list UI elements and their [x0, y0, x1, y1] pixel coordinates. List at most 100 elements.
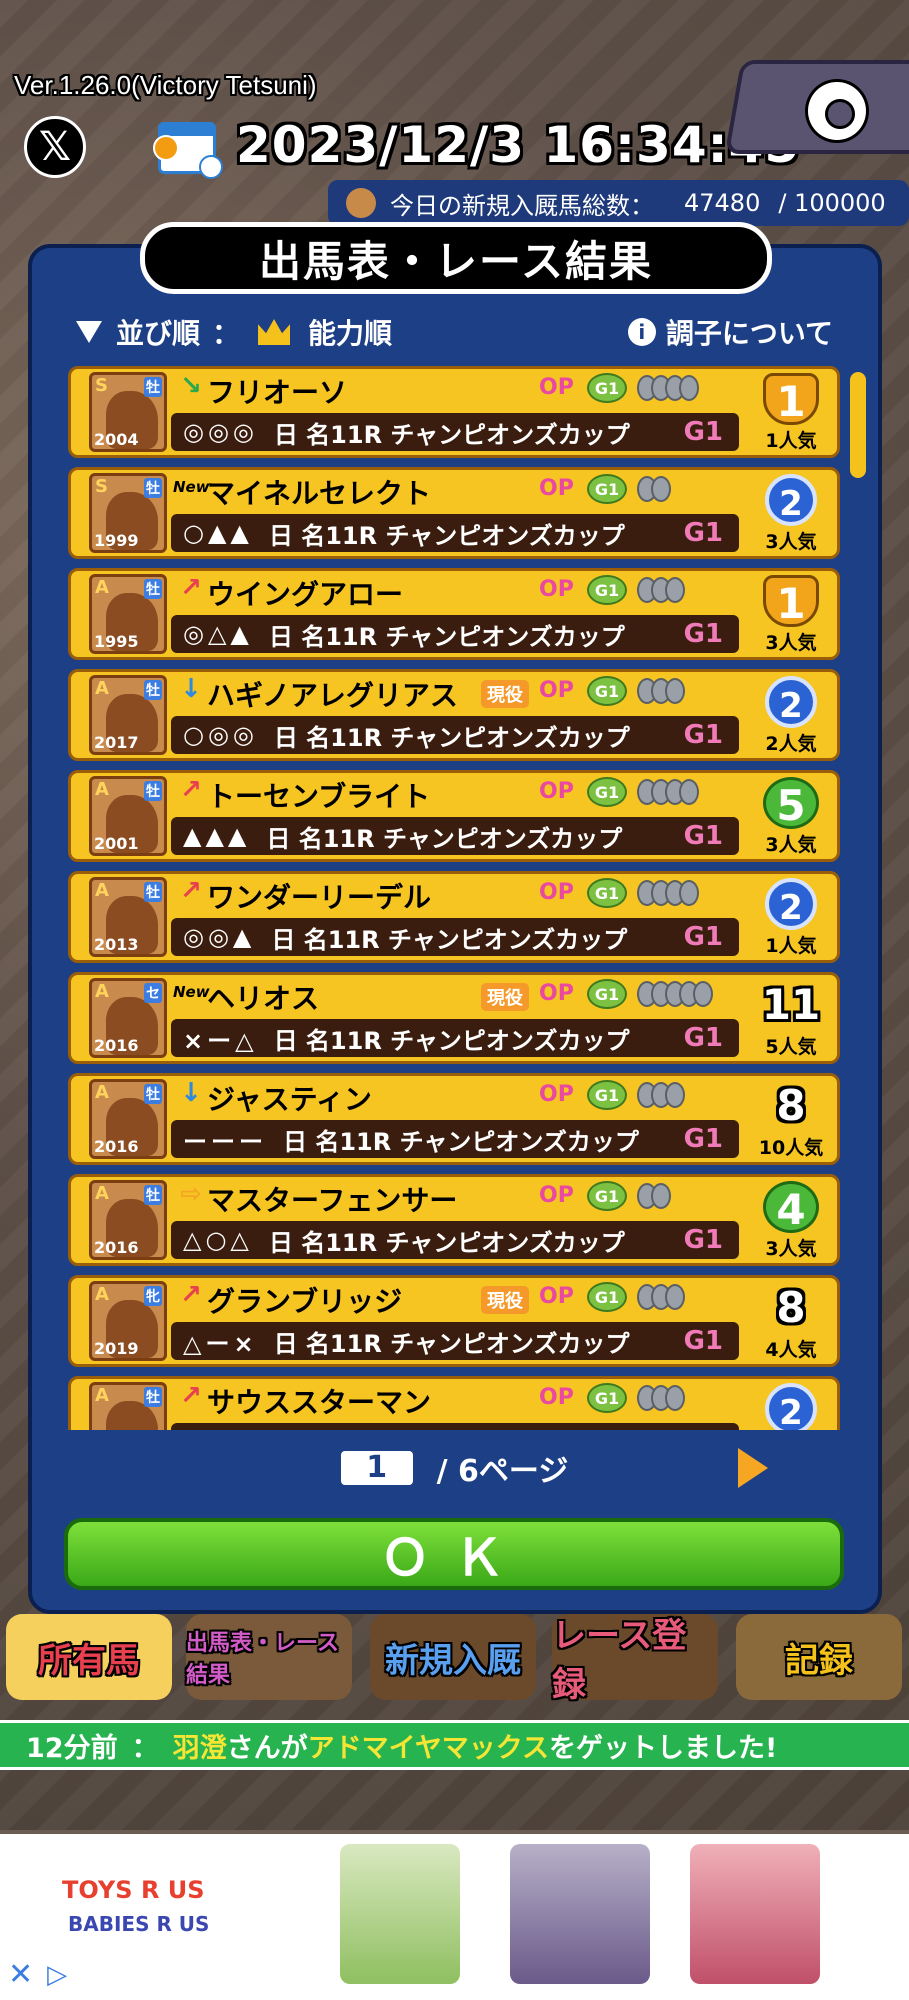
version-label: Ver.1.26.0(Victory Tetsuni): [14, 70, 317, 100]
finish-position: 2: [765, 878, 817, 930]
current-page-input[interactable]: 1: [340, 1451, 413, 1485]
horse-portrait: A 牡 2001: [89, 776, 167, 856]
horse-rank: S: [95, 476, 108, 497]
horse-year: 2017: [94, 733, 139, 752]
prediction-marks: ▲▲▲: [183, 822, 251, 850]
nav-button[interactable]: レース登録: [552, 1614, 718, 1705]
condition-arrow-icon: ↗: [180, 1381, 202, 1411]
horse-year: 2013: [94, 935, 139, 954]
horse-portrait: S 牡 1999: [89, 473, 167, 553]
g1-laurel-icon: G1: [587, 676, 627, 706]
race-line: △ー× 日 名11R チャンピオンズカップ G1: [171, 1322, 739, 1360]
next-page-arrow-icon[interactable]: [738, 1448, 768, 1488]
horseshoe-rating: [637, 981, 713, 1007]
horse-sex: 牡: [144, 579, 162, 599]
horse-row[interactable]: A 牡 2016 ⇨ マスターフェンサー OP G1 △○△ 日 名11R チャ…: [68, 1174, 840, 1266]
horse-rank: A: [95, 880, 109, 901]
nav-button[interactable]: 新規入厩: [370, 1614, 536, 1700]
race-name: 日 名11R チャンピオンズカップ: [283, 1127, 639, 1156]
horse-rank: S: [95, 375, 108, 396]
horse-sex: 牡: [144, 1387, 162, 1407]
horse-sex: 牡: [144, 1185, 162, 1205]
horse-rank: A: [95, 577, 109, 598]
nav-button[interactable]: 所有馬: [6, 1614, 172, 1700]
sort-value: 能力順: [308, 317, 393, 350]
sort-label: 並び順: [116, 317, 201, 350]
popularity: 3人気: [765, 531, 817, 553]
horse-row[interactable]: A 牡 2013 ↗ ワンダーリーデル OP G1 ◎◎▲ 日 名11R チャン…: [68, 871, 840, 963]
horse-row[interactable]: A セ 2016 New ヘリオス 現役 OP G1 ×ー△ 日 名11R チャ…: [68, 972, 840, 1064]
horseshoe-rating: [637, 1284, 685, 1310]
horse-name: ジャスティン: [207, 1083, 372, 1116]
adchoices-icon[interactable]: ▷: [47, 1960, 67, 1990]
race-line: ◎◎◎ 日 名11R チャンピオンズカップ G1: [171, 413, 739, 451]
current-datetime: 2023/12/3 16:34:45: [236, 116, 801, 174]
nav-button[interactable]: 出馬表・レース結果: [186, 1614, 352, 1700]
horse-name: トーセンブライト: [207, 780, 431, 813]
race-name: 日 名11R チャンピオンズカップ: [273, 723, 630, 752]
horse-row[interactable]: S 牡 2004 ↘ フリオーソ OP G1 ◎◎◎ 日 名11R チャンピオン…: [68, 366, 840, 458]
horse-row[interactable]: A 牡 2001 ↗ トーセンブライト OP G1 ▲▲▲ 日 名11R チャン…: [68, 770, 840, 862]
race-line: [171, 1423, 739, 1430]
g1-laurel-icon: G1: [587, 474, 627, 504]
finish-position: 5: [763, 777, 819, 830]
race-line: ×ー△ 日 名11R チャンピオンズカップ G1: [171, 1019, 739, 1057]
horse-row[interactable]: S 牡 1999 New マイネルセレクト OP G1 ○▲▲ 日 名11R チ…: [68, 467, 840, 559]
prediction-marks: ◎◎◎: [183, 418, 258, 446]
babiesrus-logo: BABIES R US: [68, 1912, 210, 1936]
finish-position: 11: [761, 980, 821, 1029]
horse-row[interactable]: A 牡 ↗ サウススターマン OP G1 2: [68, 1376, 840, 1430]
count-label: 今日の新規入厩馬総数：: [390, 191, 654, 220]
activity-ticker: 12分前 ： 羽澄 さんが アドマイヤマックス をゲットしました!: [0, 1720, 909, 1770]
popularity: 1人気: [765, 430, 817, 452]
race-name: 日 名11R チャンピオンズカップ: [273, 420, 630, 449]
horse-row[interactable]: A 牝 2019 ↗ グランブリッジ 現役 OP G1 △ー× 日 名11R チ…: [68, 1275, 840, 1367]
popularity: 5人気: [765, 1036, 817, 1058]
ticker-tail: をゲットしました!: [548, 1732, 778, 1764]
sort-separator: ：: [212, 317, 241, 350]
horse-name: ウイングアロー: [207, 578, 404, 611]
x-share-button[interactable]: 𝕏: [24, 116, 86, 178]
horseshoe-icon: [679, 880, 699, 906]
horse-list[interactable]: S 牡 2004 ↘ フリオーソ OP G1 ◎◎◎ 日 名11R チャンピオン…: [68, 366, 840, 1430]
race-result: 2 2人気: [743, 672, 839, 758]
list-scrollbar[interactable]: [850, 372, 866, 478]
race-grade: G1: [683, 1326, 723, 1356]
horse-row[interactable]: A 牡 1995 ↗ ウイングアロー OP G1 ◎△▲ 日 名11R チャンピ…: [68, 568, 840, 660]
nav-button-label: 所有馬: [38, 1640, 140, 1681]
new-tag: New: [173, 478, 210, 496]
nav-button[interactable]: 記録: [736, 1614, 902, 1700]
active-badge: 現役: [481, 1286, 529, 1314]
horse-year: 2016: [94, 1137, 139, 1156]
sort-order-control[interactable]: 並び順 ： 能力順: [76, 312, 392, 352]
horseshoe-rating: [637, 1385, 685, 1411]
finish-position: 1: [763, 575, 819, 628]
gear-icon[interactable]: [802, 76, 872, 146]
horse-row[interactable]: A 牡 2016 ↓ ジャスティン OP G1 ーーー 日 名11R チャンピオ…: [68, 1073, 840, 1165]
op-label: OP: [539, 1385, 574, 1410]
horseshoe-rating: [637, 375, 699, 401]
condition-info-button[interactable]: i 調子について: [627, 312, 833, 352]
ad-banner[interactable]: TOYS R US BABIES R US ✕ ▷: [0, 1834, 909, 2000]
op-label: OP: [539, 1082, 574, 1107]
ok-button[interactable]: ＯＫ: [64, 1518, 844, 1590]
prediction-marks: △ー×: [183, 1329, 258, 1358]
horse-portrait: A 牡 2017: [89, 675, 167, 755]
race-result: 8 10人気: [743, 1076, 839, 1162]
prediction-marks: ◎◎▲: [183, 923, 256, 951]
race-result: 2 1人気: [743, 874, 839, 960]
horse-row[interactable]: A 牡 2017 ↓ ハギノアレグリアス 現役 OP G1 ○◎◎ 日 名11R…: [68, 669, 840, 761]
race-grade: G1: [683, 720, 723, 750]
race-result: 1 1人気: [743, 369, 839, 455]
popularity: 1人気: [765, 935, 817, 957]
close-ad-icon[interactable]: ✕: [8, 1957, 33, 1992]
ticker-horse: アドマイヤマックス: [307, 1732, 549, 1764]
prediction-marks: △○△: [183, 1226, 253, 1254]
race-grade: G1: [683, 1023, 723, 1053]
horseshoe-icon: [679, 375, 699, 401]
horse-portrait: A 牡 1995: [89, 574, 167, 654]
op-label: OP: [539, 880, 574, 905]
ad-controls[interactable]: ✕ ▷: [8, 1957, 67, 1992]
nav-button-label: 記録: [785, 1640, 853, 1681]
horse-name: ヘリオス: [207, 982, 320, 1015]
